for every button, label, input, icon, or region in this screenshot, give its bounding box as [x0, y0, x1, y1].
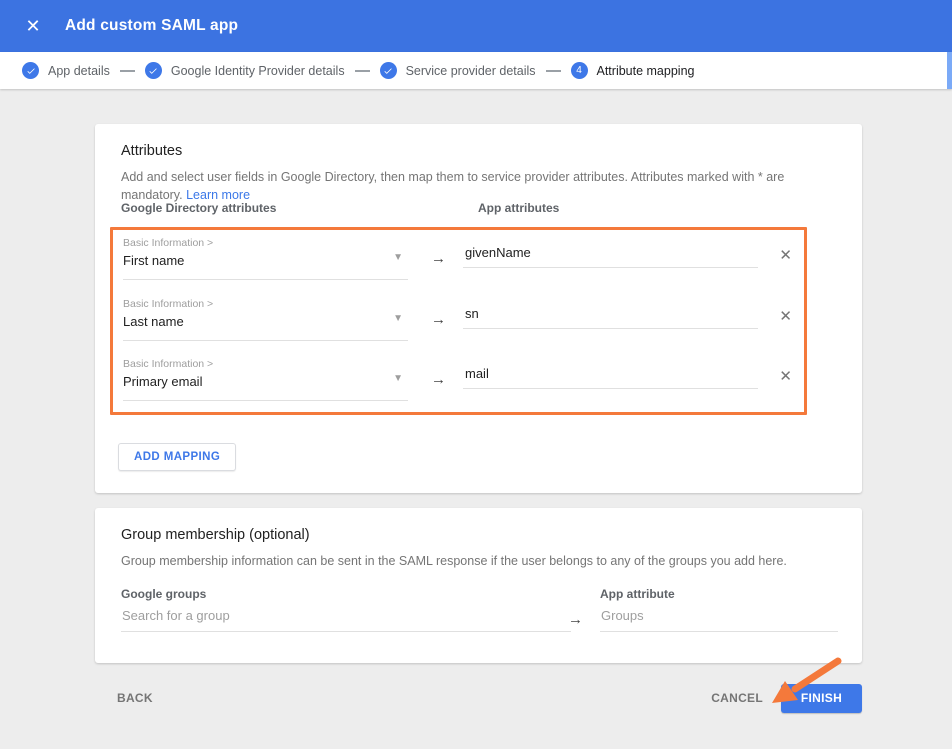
close-icon[interactable]: ✕	[21, 14, 45, 38]
dropdown-caret-icon: ▼	[393, 252, 403, 263]
step-label: Attribute mapping	[597, 64, 695, 78]
mapping-row-first-name: Basic Information > First name ▼ → ✕	[113, 230, 804, 291]
group-membership-description: Group membership information can be sent…	[95, 543, 862, 571]
attributes-description: Add and select user fields in Google Dir…	[95, 159, 862, 204]
app-attribute-input[interactable]	[463, 366, 758, 389]
dropdown-caret-icon: ▼	[393, 373, 403, 384]
check-icon	[145, 62, 162, 79]
dialog-body: Attributes Add and select user fields in…	[0, 89, 952, 749]
check-icon	[22, 62, 39, 79]
attribute-category-label: Basic Information >	[123, 358, 408, 370]
dialog-title: Add custom SAML app	[65, 17, 238, 35]
attributes-card: Attributes Add and select user fields in…	[95, 124, 862, 493]
dialog-footer: BACK CANCEL FINISH	[95, 683, 862, 713]
mapping-row-primary-email: Basic Information > Primary email ▼ → ✕	[113, 351, 804, 412]
app-attributes-header: App attributes	[478, 201, 559, 215]
attributes-title: Attributes	[95, 124, 862, 159]
dropdown-caret-icon: ▼	[393, 313, 403, 324]
finish-button[interactable]: FINISH	[781, 684, 862, 713]
attribute-value-label: First name	[123, 253, 408, 268]
step-number-badge: 4	[571, 62, 588, 79]
scrollbar-strip	[947, 52, 952, 89]
app-attribute-input[interactable]	[463, 306, 758, 329]
step-app-details[interactable]: App details	[22, 62, 110, 79]
google-directory-attributes-header: Google Directory attributes	[121, 201, 276, 215]
attribute-category-label: Basic Information >	[123, 237, 408, 249]
step-label: Service provider details	[406, 64, 536, 78]
remove-mapping-icon[interactable]: ✕	[779, 230, 792, 264]
arrow-right-icon: →	[568, 611, 583, 628]
app-attribute-field-wrap	[463, 230, 758, 268]
mapping-row-last-name: Basic Information > Last name ▼ → ✕	[113, 291, 804, 352]
group-search-input[interactable]	[121, 608, 571, 632]
step-sp-details[interactable]: Service provider details	[380, 62, 536, 79]
add-mapping-button[interactable]: ADD MAPPING	[118, 443, 236, 471]
footer-right-actions: CANCEL FINISH	[711, 684, 862, 713]
step-idp-details[interactable]: Google Identity Provider details	[145, 62, 345, 79]
directory-attribute-select[interactable]: Basic Information > First name ▼	[123, 230, 408, 280]
stepper: App details Google Identity Provider det…	[0, 52, 952, 89]
attribute-value-label: Last name	[123, 314, 408, 329]
step-separator	[120, 70, 135, 72]
step-attribute-mapping[interactable]: 4 Attribute mapping	[571, 62, 695, 79]
app-attribute-label: App attribute	[600, 587, 675, 601]
directory-attribute-select[interactable]: Basic Information > Primary email ▼	[123, 351, 408, 401]
group-membership-title: Group membership (optional)	[95, 508, 862, 543]
back-button[interactable]: BACK	[117, 691, 153, 705]
mapping-highlight-box: Basic Information > First name ▼ → ✕ Bas…	[110, 227, 807, 415]
app-attribute-input[interactable]	[463, 245, 758, 268]
app-attribute-field-wrap	[463, 291, 758, 329]
group-membership-card: Group membership (optional) Group member…	[95, 508, 862, 663]
directory-attribute-select[interactable]: Basic Information > Last name ▼	[123, 291, 408, 341]
learn-more-link[interactable]: Learn more	[186, 188, 250, 202]
cancel-button[interactable]: CANCEL	[711, 691, 763, 705]
google-groups-label: Google groups	[121, 587, 206, 601]
arrow-right-icon: →	[431, 291, 446, 328]
remove-mapping-icon[interactable]: ✕	[779, 351, 792, 385]
step-separator	[355, 70, 370, 72]
groups-app-attribute-input[interactable]	[600, 608, 838, 632]
arrow-right-icon: →	[431, 230, 446, 267]
dialog-header: ✕ Add custom SAML app	[0, 0, 952, 52]
check-icon	[380, 62, 397, 79]
step-separator	[546, 70, 561, 72]
remove-mapping-icon[interactable]: ✕	[779, 291, 792, 325]
attribute-value-label: Primary email	[123, 374, 408, 389]
step-label: Google Identity Provider details	[171, 64, 345, 78]
arrow-right-icon: →	[431, 351, 446, 388]
app-attribute-field-wrap	[463, 351, 758, 389]
step-label: App details	[48, 64, 110, 78]
attribute-category-label: Basic Information >	[123, 298, 408, 310]
